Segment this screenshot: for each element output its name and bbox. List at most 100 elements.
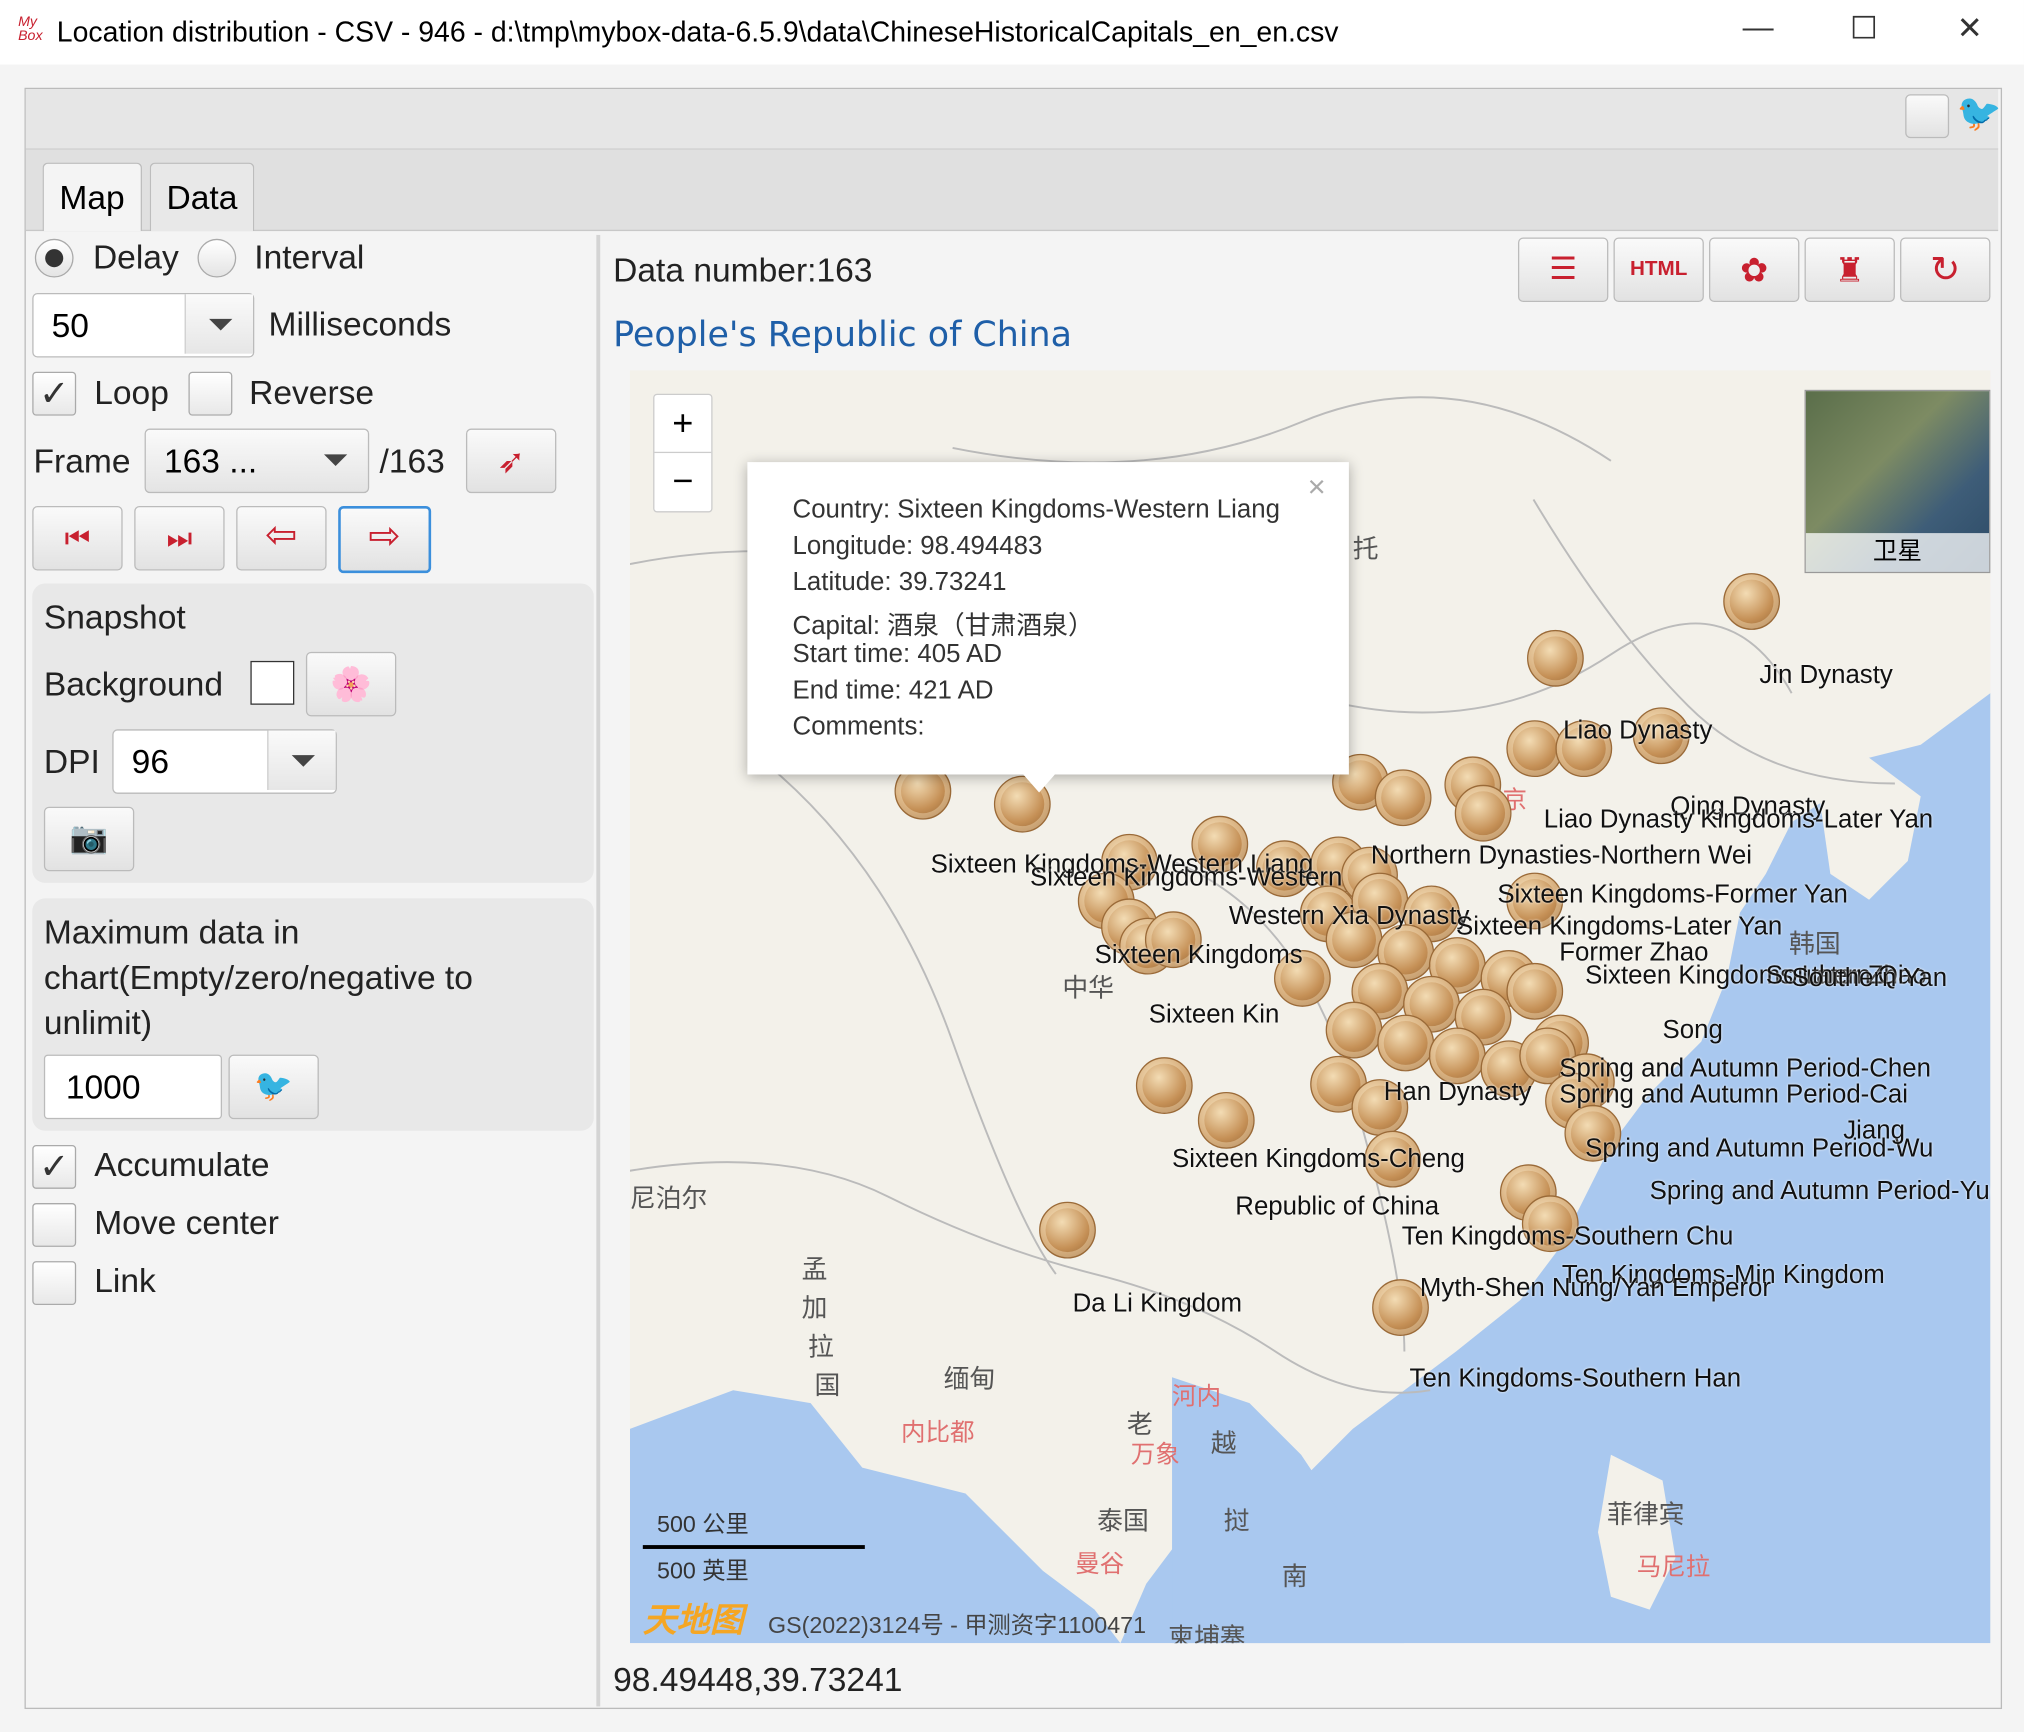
location-marker[interactable] [1325,1001,1383,1059]
accumulate-label: Accumulate [94,1144,270,1184]
chevron-down-icon[interactable] [184,294,253,354]
move-center-checkbox[interactable] [32,1203,77,1247]
marker-label: Han Dynasty [1383,1077,1532,1107]
title-bar: My Box Location distribution - CSV - 946 … [0,0,2024,65]
close-button[interactable]: ✕ [1944,10,1996,54]
location-marker[interactable] [1428,1027,1486,1085]
scale-bar: 500 公里 500 英里 [642,1506,865,1584]
scale-line [642,1545,865,1549]
marker-label: Spring and Autumn Period-Cai [1559,1080,1909,1109]
dragon-refresh-icon: ↻ [1930,249,1961,290]
scale-mi: 500 英里 [657,1557,749,1584]
peony-icon: ✿ [1740,250,1769,290]
tab-map[interactable]: Map [42,162,142,232]
tianditu-logo: 天地图 [642,1600,744,1640]
interval-radio[interactable] [197,238,237,278]
marker-label: Da Li Kingdom [1072,1289,1242,1318]
previous-frame-button[interactable]: ⇦ [236,505,327,571]
reverse-label: Reverse [249,373,375,412]
capital-city-name: 河内 [1172,1383,1222,1411]
reverse-checkbox[interactable] [188,371,233,416]
split-divider[interactable] [596,234,601,1707]
loop-checkbox[interactable]: ✓ [32,371,77,416]
marker-label: Myth-Shen Nung/Yan Emperor [1419,1274,1771,1303]
run-icon: ➶ [497,441,526,481]
location-marker[interactable] [1506,962,1564,1020]
tab-bar [25,149,1999,232]
map-title: People's Republic of China [613,314,1072,355]
dpi-value: 96 [131,742,169,781]
frame-combo[interactable]: 163 ... [144,428,370,494]
arrow-left-icon: ⇦ [265,513,298,557]
move-center-label: Move center [94,1203,279,1242]
chevron-down-icon[interactable] [301,430,368,489]
apply-max-data-button[interactable]: 🐦 [228,1054,319,1120]
coordinates-readout: 98.49448,39.73241 [613,1659,903,1699]
location-marker[interactable] [1377,1014,1435,1072]
popup-capital: Capital: 酒泉（甘肃酒泉） [792,611,1094,641]
place-name: 缅甸 [943,1365,996,1395]
first-frame-button[interactable]: ⏮ [32,505,123,571]
location-marker[interactable] [1374,769,1432,827]
go-frame-button[interactable]: ➶ [465,428,557,494]
chevron-down-icon[interactable] [267,730,336,790]
minimize-button[interactable]: — [1732,10,1784,54]
dpi-label: DPI [43,742,100,781]
satellite-toggle[interactable]: 卫星 [1804,389,1991,574]
skip-start-icon: ⏮ [64,521,91,554]
arrow-right-icon: ⇨ [368,515,401,558]
popup-close-button[interactable]: × [1308,470,1326,506]
color-palette-button[interactable]: 🌸 [305,651,397,717]
background-color-swatch[interactable] [250,660,295,705]
maximize-button[interactable]: ☐ [1838,10,1890,54]
snapshot-button[interactable]: 📷 [43,806,135,872]
frame-label: Frame [33,441,131,481]
delay-combo[interactable]: 50 [32,293,255,358]
last-frame-button[interactable]: ⏭ [134,505,225,571]
list-icon: ☰ [1549,251,1578,287]
mybox-icon[interactable]: 🐦 [1957,92,2002,135]
marker-label: Sixteen Kingdoms-Western [1030,863,1343,892]
dpi-combo[interactable]: 96 [112,729,337,794]
toolbar-button[interactable] [1905,94,1950,139]
zoom-in-button[interactable]: + [654,395,712,454]
location-marker[interactable] [1197,1092,1255,1149]
marker-label: Jiang [1843,1116,1905,1145]
marker-label: Republic of China [1235,1192,1440,1222]
refresh-button[interactable]: ↻ [1900,237,1991,303]
list-button[interactable]: ☰ [1517,237,1609,303]
marker-label: Sixteen Kingdoms-Cheng [1172,1144,1465,1174]
max-data-value: 1000 [65,1067,141,1107]
snapshot-title: Snapshot [43,597,186,637]
location-marker[interactable] [1039,1201,1096,1259]
link-checkbox[interactable] [32,1261,77,1305]
next-frame-button[interactable]: ⇨ [338,505,432,574]
link-label: Link [94,1261,156,1300]
marker-label: Ten Kingdoms-Southern Han [1409,1364,1742,1393]
location-marker[interactable] [1527,629,1584,687]
mask-button[interactable]: ♜ [1804,237,1895,303]
zoom-out-button[interactable]: − [654,453,711,510]
marker-label: Sixteen Kingdoms-Former Yan [1497,880,1848,909]
delay-radio[interactable] [34,238,74,278]
max-data-label: Maximum data in chart(Empty/zero/negativ… [43,912,473,1042]
location-marker[interactable] [1135,1057,1193,1114]
location-marker[interactable] [1723,573,1781,630]
marker-label: Song [1662,1015,1723,1045]
max-data-input[interactable]: 1000 [43,1054,223,1120]
bronze-mask-icon: ♜ [1834,250,1865,290]
app-logo-icon: My Box [18,14,43,44]
flower-button[interactable]: ✿ [1709,237,1800,303]
marker-label: Ten Kingdoms-Southern Chu [1401,1222,1734,1251]
frame-total: /163 [379,441,445,481]
delay-value: 50 [51,305,89,345]
marker-label: Western Xia Dynasty [1228,902,1470,931]
html-button[interactable]: HTML [1613,237,1704,303]
popup-end: End time: 421 AD [792,676,994,705]
marker-label: Southern Yan [1791,964,1948,993]
tab-data[interactable]: Data [149,162,255,232]
place-name: 越 [1210,1430,1237,1459]
location-marker[interactable] [1454,784,1512,842]
popup-latitude: Latitude: 39.73241 [792,567,1007,597]
accumulate-checkbox[interactable]: ✓ [32,1144,77,1189]
